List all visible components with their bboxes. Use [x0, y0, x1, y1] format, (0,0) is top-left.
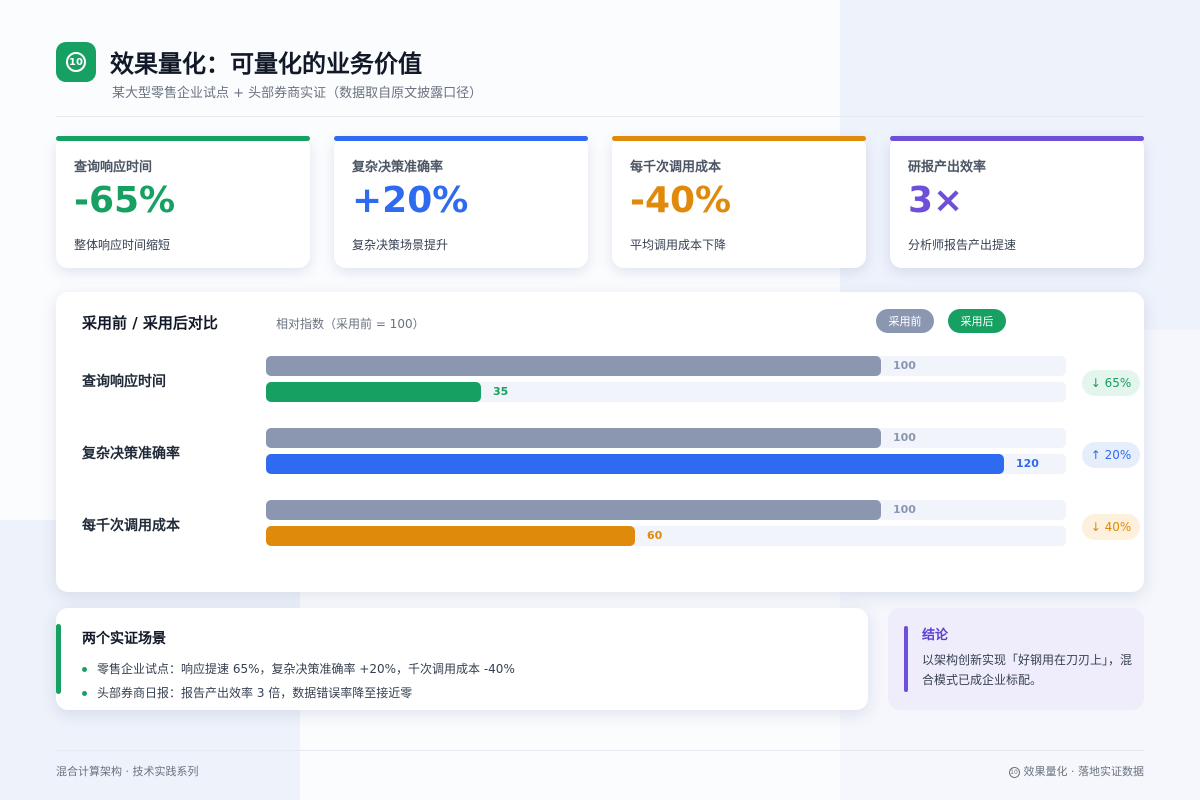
conclusion-card: 结论 以架构创新实现「好钢用在刀刃上」，混合模式已成企业标配。	[888, 608, 1144, 710]
kpi-value: 3×	[908, 180, 964, 221]
kpi-label: 每千次调用成本	[630, 160, 722, 175]
scene-list-item: 头部券商日报：报告产出效率 3 倍，数据错误率降至接近零	[82, 684, 412, 701]
bar-after-value: 35	[493, 385, 509, 398]
conclusion-text: 以架构创新实现「好钢用在刀刃上」，混合模式已成企业标配。	[922, 653, 1133, 687]
metric-label: 查询响应时间	[82, 374, 166, 390]
bar-after-decision-accuracy	[266, 454, 1004, 474]
scenes-title: 两个实证场景	[82, 631, 166, 647]
delta-badge-up: ↑ 20%	[1082, 442, 1140, 468]
metric-label: 复杂决策准确率	[82, 446, 180, 462]
number-ten-icon: 10	[1008, 766, 1020, 778]
kpi-value: +20%	[352, 180, 469, 221]
kpi-description: 分析师报告产出提速	[908, 238, 1017, 252]
page-subtitle: 某大型零售企业试点 + 头部券商实证（数据取自原文披露口径）	[112, 86, 483, 101]
kpi-description: 复杂决策场景提升	[352, 238, 449, 252]
footer-divider	[56, 750, 1144, 751]
bar-track: 60	[266, 526, 1066, 546]
kpi-value: -65%	[74, 180, 176, 221]
kpi-card-response-time: 查询响应时间 -65% 整体响应时间缩短	[56, 136, 310, 268]
bar-after-value: 120	[1016, 457, 1039, 470]
legend-after-chip: 采用后	[948, 309, 1006, 333]
metric-label: 每千次调用成本	[82, 518, 180, 534]
scene-list-item: 零售企业试点：响应提速 65%，复杂决策准确率 +20%，千次调用成本 -40%	[82, 660, 515, 677]
bar-before-response-time	[266, 356, 881, 376]
number-ten-icon: 10	[66, 52, 86, 72]
footer-section-label: 10 效果量化 · 落地实证数据	[1008, 763, 1145, 779]
bar-before-value: 100	[893, 359, 916, 372]
bar-track: 35	[266, 382, 1066, 402]
header-divider	[56, 116, 1144, 117]
bullet-dot-icon	[82, 691, 87, 696]
comparison-note: 相对指数（采用前 = 100）	[276, 317, 425, 331]
bar-before-value: 100	[893, 503, 916, 516]
kpi-card-report-efficiency: 研报产出效率 3× 分析师报告产出提速	[890, 136, 1144, 268]
kpi-card-decision-accuracy: 复杂决策准确率 +20% 复杂决策场景提升	[334, 136, 588, 268]
delta-badge-down: ↓ 40%	[1082, 514, 1140, 540]
bar-before-call-cost	[266, 500, 881, 520]
kpi-value: -40%	[630, 180, 732, 221]
kpi-label: 复杂决策准确率	[352, 160, 444, 175]
kpi-accent-bar	[890, 136, 1144, 141]
kpi-accent-bar	[56, 136, 310, 141]
bar-after-call-cost	[266, 526, 635, 546]
comparison-panel: 采用前 / 采用后对比 相对指数（采用前 = 100） 采用前 采用后 查询响应…	[56, 292, 1144, 592]
conclusion-accent-bar	[904, 626, 908, 692]
scene-text: 零售企业试点：响应提速 65%，复杂决策准确率 +20%，千次调用成本 -40%	[97, 662, 515, 676]
footer-section-text: 效果量化 · 落地实证数据	[1023, 765, 1145, 778]
bar-track: 100	[266, 500, 1066, 520]
kpi-accent-bar	[334, 136, 588, 141]
conclusion-title: 结论	[922, 628, 949, 643]
delta-badge-down: ↓ 65%	[1082, 370, 1140, 396]
bar-before-decision-accuracy	[266, 428, 881, 448]
comparison-title: 采用前 / 采用后对比	[82, 314, 218, 332]
kpi-label: 查询响应时间	[74, 160, 153, 175]
kpi-description: 平均调用成本下降	[630, 238, 727, 252]
bar-track: 100	[266, 428, 1066, 448]
kpi-accent-bar	[612, 136, 866, 141]
bar-track: 120	[266, 454, 1066, 474]
bar-after-value: 60	[647, 529, 663, 542]
bar-track: 100	[266, 356, 1066, 376]
section-number-badge: 10	[56, 42, 96, 82]
footer-series-label: 混合计算架构 · 技术实践系列	[56, 765, 199, 778]
page-title: 效果量化：可量化的业务价值	[110, 50, 422, 78]
scenes-accent-bar	[56, 624, 61, 694]
scenes-card: 两个实证场景 零售企业试点：响应提速 65%，复杂决策准确率 +20%，千次调用…	[56, 608, 868, 710]
kpi-card-call-cost: 每千次调用成本 -40% 平均调用成本下降	[612, 136, 866, 268]
legend-before-chip: 采用前	[876, 309, 934, 333]
bar-before-value: 100	[893, 431, 916, 444]
bar-after-response-time	[266, 382, 481, 402]
kpi-label: 研报产出效率	[908, 160, 987, 175]
bullet-dot-icon	[82, 667, 87, 672]
scene-text: 头部券商日报：报告产出效率 3 倍，数据错误率降至接近零	[97, 686, 413, 700]
kpi-description: 整体响应时间缩短	[74, 238, 171, 252]
